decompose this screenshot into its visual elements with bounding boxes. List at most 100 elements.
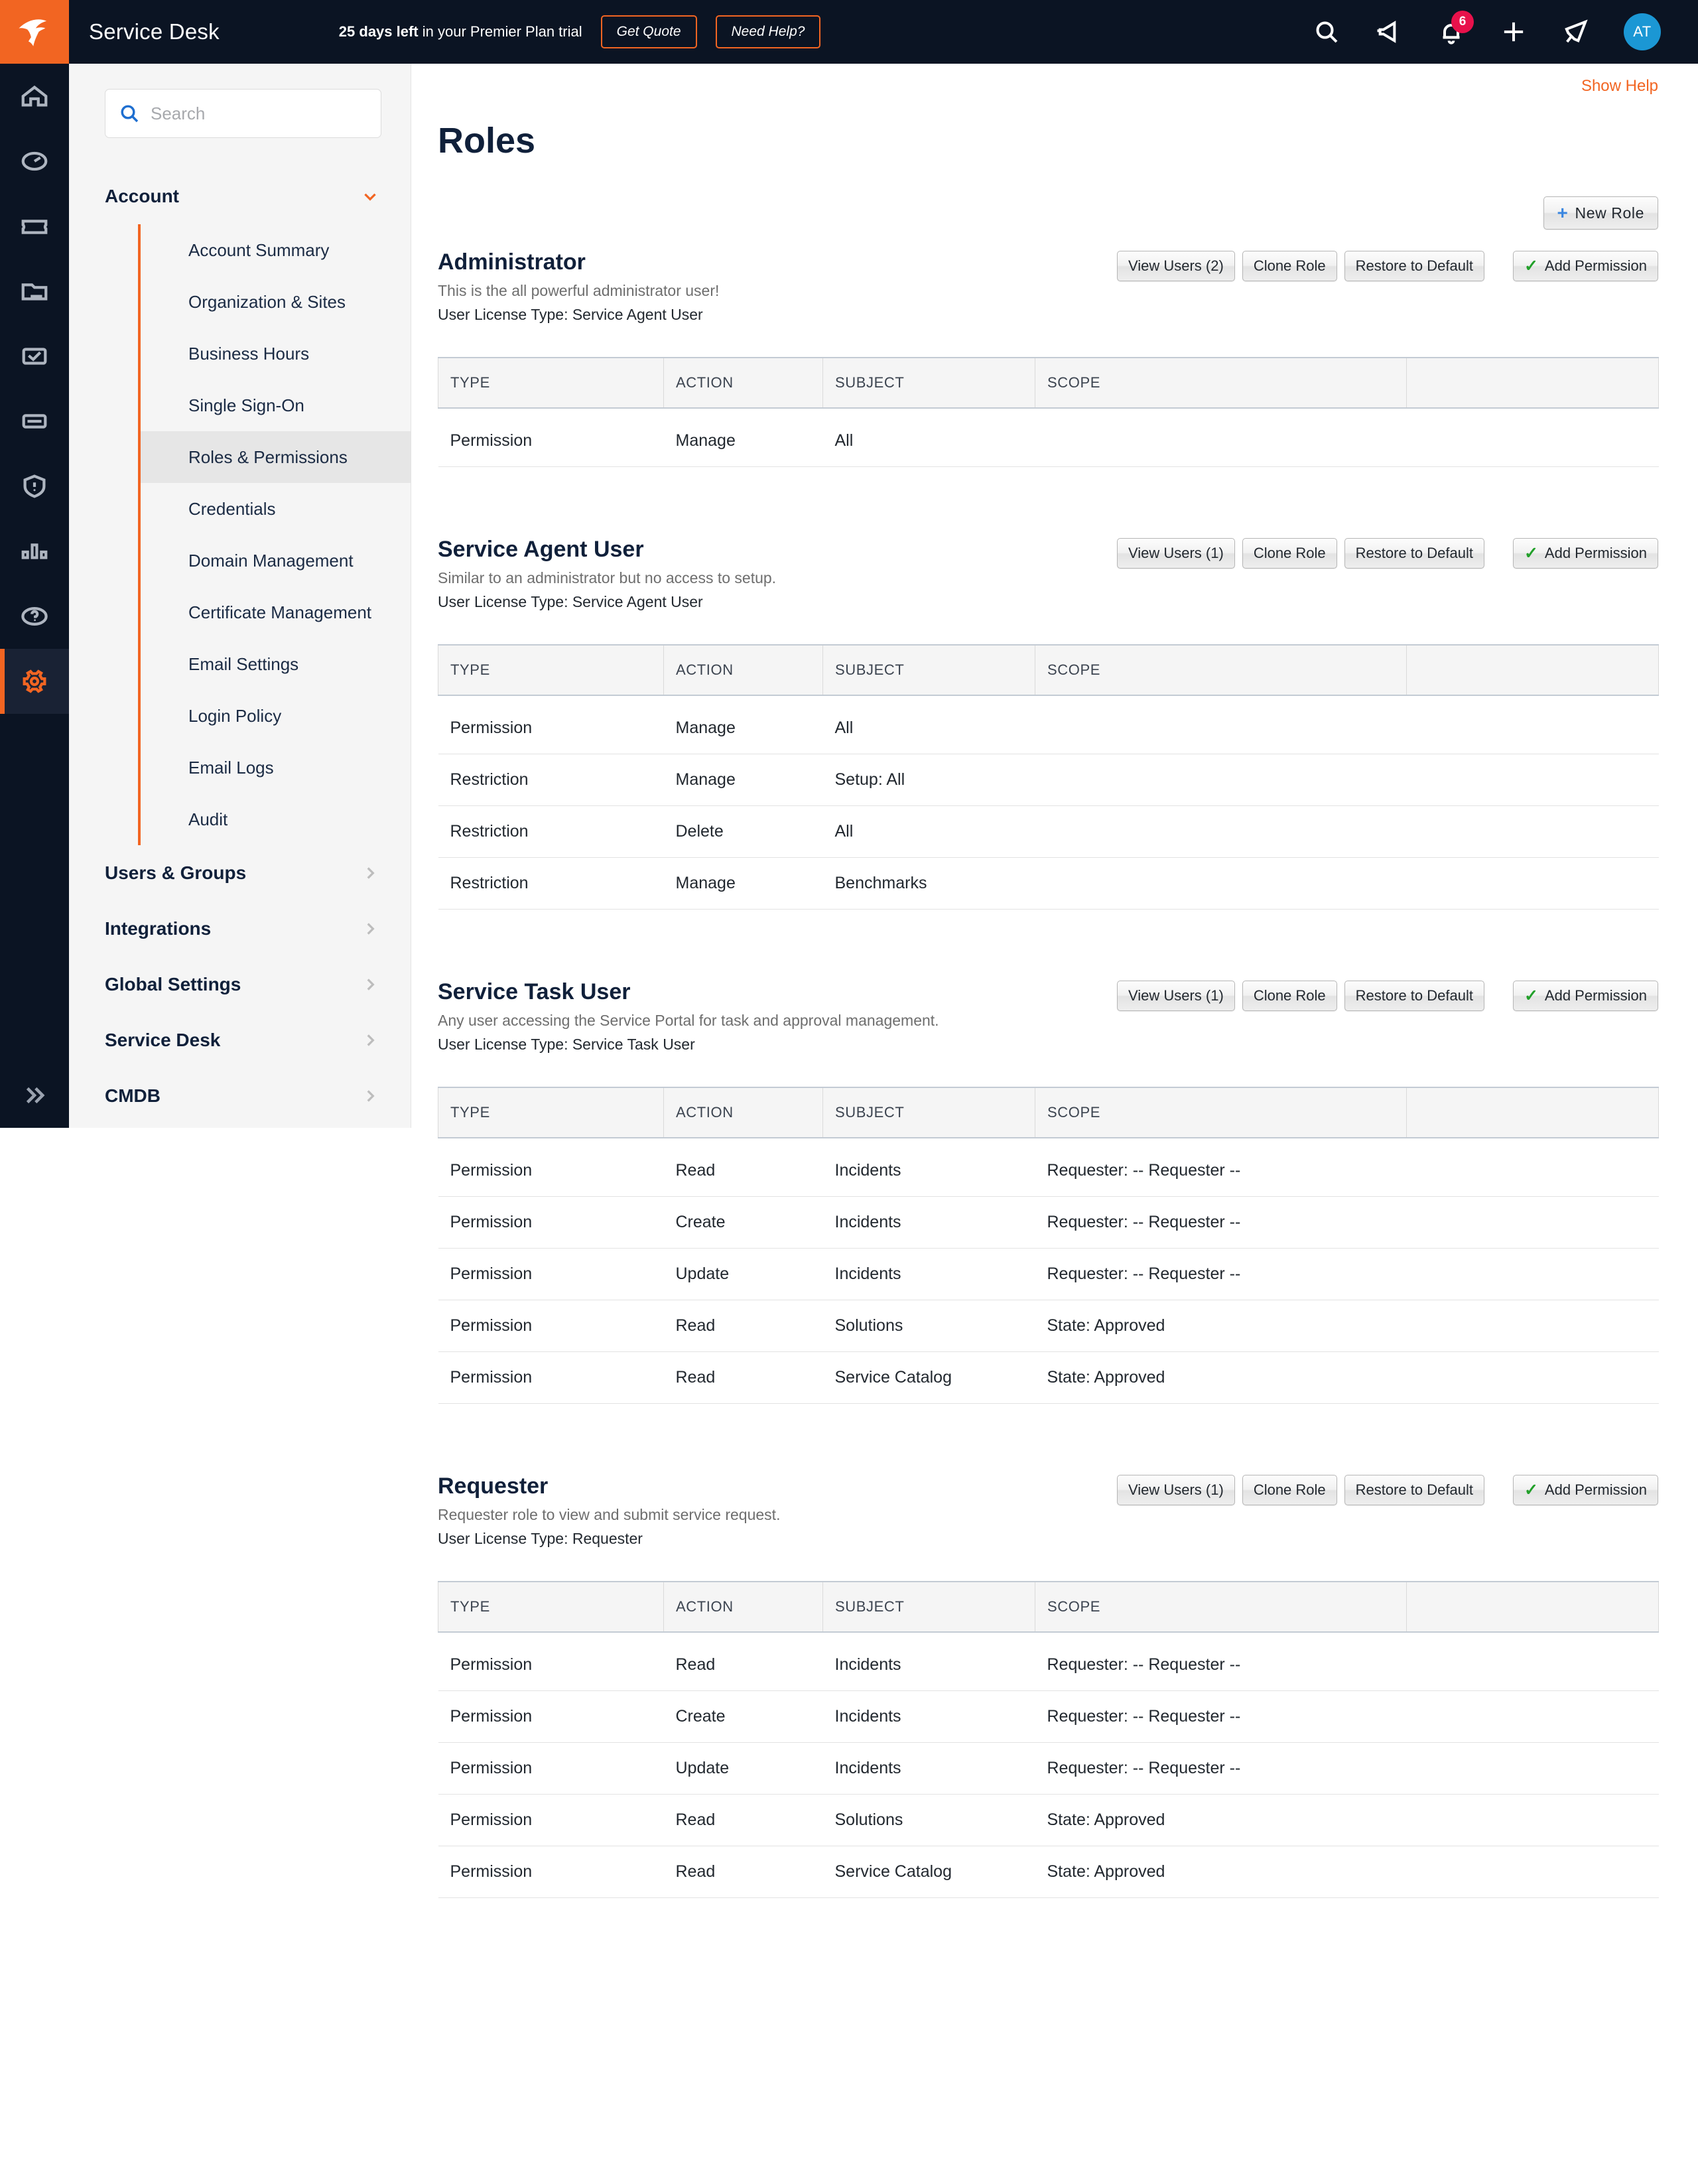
table-row[interactable]: Restriction Delete All [438, 805, 1659, 858]
view-users-button[interactable]: View Users (2) [1116, 251, 1235, 281]
avatar[interactable]: AT [1624, 13, 1661, 50]
view-users-button[interactable]: View Users (1) [1116, 1475, 1235, 1505]
trial-days: 25 days left [338, 23, 419, 40]
sidebar-item-domain-management[interactable]: Domain Management [141, 535, 411, 586]
sidebar-item-account-summary[interactable]: Account Summary [141, 224, 411, 276]
clone-role-button[interactable]: Clone Role [1242, 538, 1337, 569]
cell-action: Manage [663, 695, 823, 754]
cell-actions [1406, 1794, 1659, 1846]
permissions-table: TYPE ACTION SUBJECT SCOPE Permission Manage Al… [438, 644, 1659, 910]
add-icon[interactable] [1499, 17, 1528, 46]
view-users-button[interactable]: View Users (1) [1116, 981, 1235, 1011]
clone-role-button[interactable]: Clone Role [1242, 251, 1337, 281]
table-row[interactable]: Permission Create Incidents Requester: -- R… [438, 1690, 1659, 1743]
add-permission-button[interactable]: ✓ Add Permission [1512, 251, 1658, 281]
cell-type: Permission [438, 1300, 664, 1352]
sidebar-item-single-sign-on[interactable]: Single Sign-On [141, 379, 411, 431]
nav-group-integrations[interactable]: Integrations [69, 901, 411, 957]
check-icon: ✓ [1524, 986, 1538, 1005]
role-description: Any user accessing the Service Portal fo… [438, 1012, 939, 1029]
notification-bell-icon[interactable]: 6 [1437, 11, 1474, 46]
chevron-down-icon [364, 193, 376, 201]
cell-scope [1035, 857, 1407, 910]
search-input[interactable] [151, 103, 367, 124]
sidebar-item-email-settings[interactable]: Email Settings [141, 638, 411, 690]
launch-rocket-icon[interactable] [1561, 17, 1591, 46]
sidebar-item-email-logs[interactable]: Email Logs [141, 742, 411, 793]
check-icon: ✓ [1524, 1480, 1538, 1499]
cell-type: Permission [438, 1351, 664, 1404]
sidebar-item-credentials[interactable]: Credentials [141, 483, 411, 535]
nav-group-account[interactable]: Account [69, 169, 411, 224]
table-row[interactable]: Permission Manage All [438, 695, 1659, 754]
app-title: Service Desk [89, 19, 220, 44]
cell-scope: State: Approved [1035, 1300, 1407, 1352]
column-header: TYPE [438, 1581, 664, 1633]
cell-scope: Requester: -- Requester -- [1035, 1690, 1407, 1743]
add-permission-button[interactable]: ✓ Add Permission [1512, 981, 1658, 1011]
trial-banner: 25 days left in your Premier Plan trial [339, 23, 582, 40]
rail-item-risk[interactable] [0, 454, 69, 519]
table-row[interactable]: Permission Update Incidents Requester: -- R… [438, 1742, 1659, 1795]
rail-item-tickets[interactable] [0, 194, 69, 259]
table-row[interactable]: Permission Read Incidents Requester: -- Req… [438, 1138, 1659, 1197]
sidebar-item-business-hours[interactable]: Business Hours [141, 328, 411, 379]
table-row[interactable]: Permission Read Incidents Requester: -- Req… [438, 1632, 1659, 1691]
rail-item-tasks[interactable] [0, 324, 69, 389]
nav-group-users-groups[interactable]: Users & Groups [69, 845, 411, 901]
new-role-label: New Role [1575, 204, 1644, 222]
nav-group-cmdb[interactable]: CMDB [69, 1068, 411, 1124]
nav-group-label: Service Desk [105, 1030, 221, 1050]
nav-group-global-settings[interactable]: Global Settings [69, 957, 411, 1012]
chevron-right-icon [367, 923, 375, 935]
rail-expand-toggle[interactable] [0, 1065, 69, 1125]
need-help-button[interactable]: Need Help? [715, 15, 821, 48]
rail-item-reports[interactable] [0, 519, 69, 584]
table-row[interactable]: Permission Read Solutions State: Approved [438, 1300, 1659, 1352]
table-row[interactable]: Permission Manage All [438, 408, 1659, 467]
cell-type: Permission [438, 1846, 664, 1898]
solarwinds-logo[interactable] [0, 0, 69, 64]
rail-item-knowledge[interactable] [0, 584, 69, 649]
rail-item-assets[interactable] [0, 259, 69, 324]
add-permission-button[interactable]: ✓ Add Permission [1512, 538, 1658, 569]
nav-group-label: Global Settings [105, 974, 241, 994]
clone-role-button[interactable]: Clone Role [1242, 981, 1337, 1011]
table-row[interactable]: Permission Update Incidents Requester: -- R… [438, 1248, 1659, 1300]
announcement-icon[interactable] [1374, 17, 1404, 46]
rail-item-setup[interactable] [0, 649, 69, 714]
nav-search[interactable] [105, 89, 381, 138]
table-row[interactable]: Permission Read Service Catalog State: Appr… [438, 1846, 1659, 1898]
cell-type: Permission [438, 1690, 664, 1743]
view-users-button[interactable]: View Users (1) [1116, 538, 1235, 569]
cell-scope: State: Approved [1035, 1351, 1407, 1404]
sidebar-item-roles-permissions[interactable]: Roles & Permissions [141, 431, 411, 483]
restore-to-default-button[interactable]: Restore to Default [1344, 981, 1484, 1011]
search-icon[interactable] [1312, 17, 1341, 46]
sidebar-item-audit[interactable]: Audit [141, 793, 411, 845]
nav-group-service-desk[interactable]: Service Desk [69, 1012, 411, 1068]
rail-item-purchasing[interactable] [0, 389, 69, 454]
table-row[interactable]: Restriction Manage Setup: All [438, 754, 1659, 806]
sidebar-item-login-policy[interactable]: Login Policy [141, 690, 411, 742]
restore-to-default-button[interactable]: Restore to Default [1344, 251, 1484, 281]
column-header [1406, 1087, 1659, 1138]
new-role-button[interactable]: + New Role [1543, 196, 1658, 230]
restore-to-default-button[interactable]: Restore to Default [1344, 538, 1484, 569]
get-quote-button[interactable]: Get Quote [600, 15, 697, 48]
rail-item-home[interactable] [0, 64, 69, 129]
sidebar-item-organization-sites[interactable]: Organization & Sites [141, 276, 411, 328]
clone-role-button[interactable]: Clone Role [1242, 1475, 1337, 1505]
role-block: Requester Requester role to view and subm… [411, 1473, 1698, 1898]
table-row[interactable]: Permission Create Incidents Requester: -- R… [438, 1196, 1659, 1249]
show-help-link[interactable]: Show Help [1581, 77, 1658, 96]
nav-group-label: CMDB [105, 1085, 161, 1106]
restore-to-default-button[interactable]: Restore to Default [1344, 1475, 1484, 1505]
role-actions: View Users (1) Clone Role Restore to Defau… [1116, 538, 1658, 569]
table-row[interactable]: Permission Read Service Catalog State: Appr… [438, 1351, 1659, 1404]
table-row[interactable]: Restriction Manage Benchmarks [438, 857, 1659, 910]
table-row[interactable]: Permission Read Solutions State: Approved [438, 1794, 1659, 1846]
sidebar-item-certificate-management[interactable]: Certificate Management [141, 586, 411, 638]
rail-item-dashboard[interactable] [0, 129, 69, 194]
add-permission-button[interactable]: ✓ Add Permission [1512, 1475, 1658, 1505]
